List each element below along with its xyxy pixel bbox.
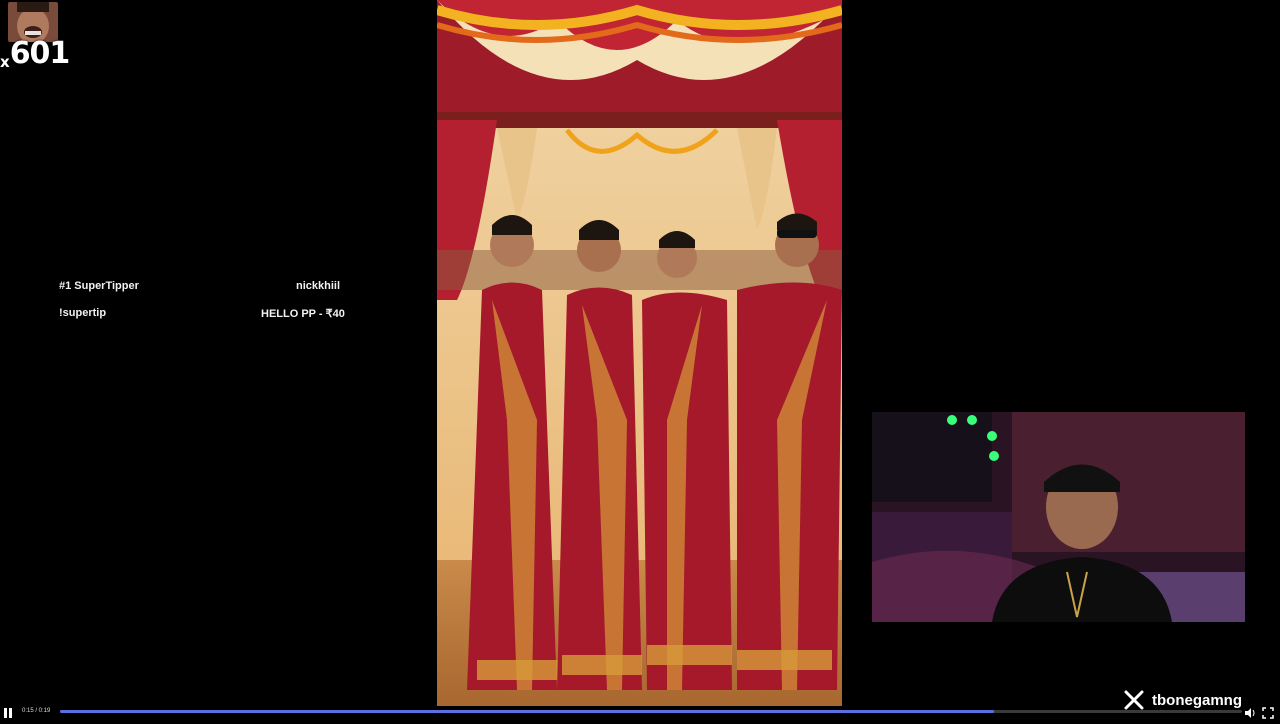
supertipper-name: nickkhiil	[296, 280, 341, 292]
fullscreen-icon[interactable]	[1262, 706, 1274, 719]
pause-icon[interactable]	[2, 706, 14, 718]
supertipper-title: #1 SuperTipper	[59, 280, 139, 292]
webcam-feed	[872, 412, 1245, 622]
counter-value: 601	[9, 36, 71, 71]
progress-bar[interactable]	[60, 710, 1242, 713]
video-frame[interactable]	[437, 0, 842, 706]
progress-fill	[60, 710, 994, 713]
time-display: 0:15 / 0:19	[22, 708, 51, 714]
counter-prefix: x	[0, 53, 10, 71]
multiplier-counter: x601	[0, 36, 71, 71]
volume-icon[interactable]	[1244, 706, 1256, 718]
supertip-command: !supertip	[59, 307, 107, 319]
supertip-message: HELLO PP - ₹40	[261, 308, 345, 320]
